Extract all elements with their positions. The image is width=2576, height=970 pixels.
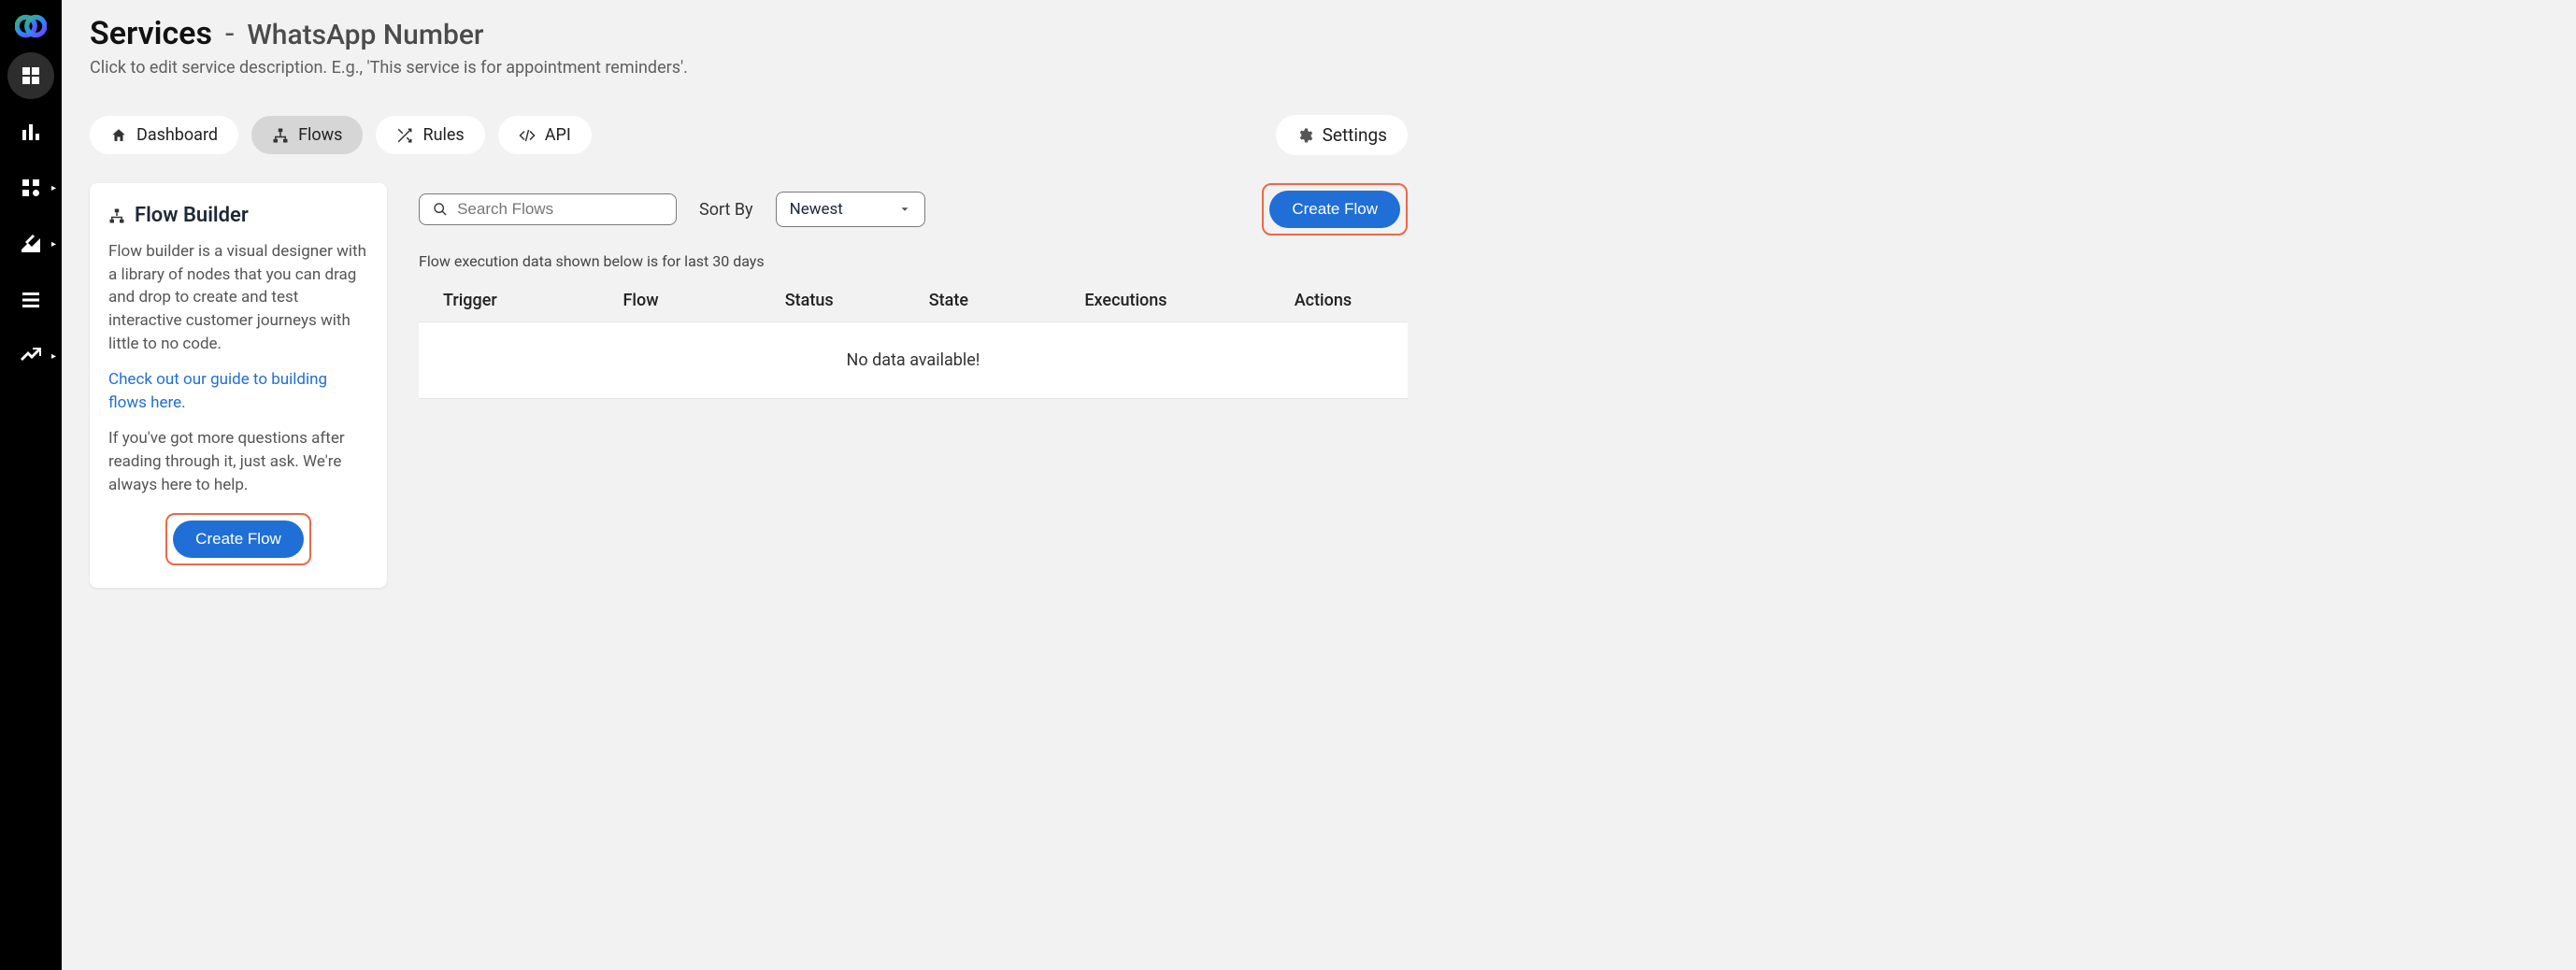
- code-icon: [519, 127, 536, 144]
- sitemap-icon: [272, 127, 289, 144]
- page-title-dash: -: [225, 15, 234, 52]
- shuffle-icon: [396, 127, 413, 144]
- flow-builder-guide-link[interactable]: Check out our guide to building flows he…: [108, 370, 327, 412]
- execution-note: Flow execution data shown below is for l…: [419, 252, 1408, 270]
- create-flow-highlight-top: Create Flow: [1262, 183, 1408, 235]
- main-content: Services - WhatsApp Number Click to edit…: [62, 0, 2576, 970]
- nav-apps-icon[interactable]: ▸: [7, 164, 54, 211]
- page-title-service-name[interactable]: WhatsApp Number: [247, 19, 483, 51]
- flow-builder-desc: Flow builder is a visual designer with a…: [108, 240, 368, 355]
- sort-by-label: Sort By: [699, 200, 753, 220]
- col-header-flow: Flow: [614, 279, 735, 322]
- table-empty-row: No data available!: [419, 322, 1408, 399]
- create-flow-button-top[interactable]: Create Flow: [1269, 191, 1400, 228]
- page-title-services: Services: [90, 15, 212, 52]
- tab-dashboard-label: Dashboard: [136, 125, 218, 145]
- chevron-right-icon: ▸: [51, 239, 56, 250]
- col-header-status: Status: [735, 279, 884, 322]
- nav-tools-icon[interactable]: ▸: [7, 221, 54, 267]
- tab-flows[interactable]: Flows: [251, 116, 363, 154]
- flows-table: Trigger Flow Status State Executions Act…: [419, 279, 1408, 399]
- tab-dashboard[interactable]: Dashboard: [90, 116, 238, 154]
- settings-label: Settings: [1323, 124, 1387, 146]
- create-flow-highlight-left: Create Flow: [165, 513, 311, 565]
- tab-api-label: API: [545, 125, 571, 145]
- col-header-actions: Actions: [1238, 279, 1408, 322]
- flow-builder-help-text: If you've got more questions after readi…: [108, 427, 368, 496]
- search-icon: [433, 201, 448, 218]
- nav-growth-icon[interactable]: ▸: [7, 333, 54, 379]
- create-flow-button-left[interactable]: Create Flow: [173, 521, 304, 558]
- chevron-right-icon: ▸: [51, 351, 56, 362]
- tab-rules-label: Rules: [422, 125, 464, 145]
- sort-by-select[interactable]: Newest: [776, 192, 925, 227]
- sort-by-value: Newest: [790, 200, 843, 219]
- chevron-right-icon: ▸: [51, 183, 56, 193]
- col-header-executions: Executions: [1013, 279, 1238, 322]
- col-header-state: State: [884, 279, 1013, 322]
- nav-logs-icon[interactable]: [7, 277, 54, 323]
- page-subtitle[interactable]: Click to edit service description. E.g.,…: [90, 58, 2548, 78]
- nav-analytics-icon[interactable]: [7, 108, 54, 155]
- search-flows-input-wrap[interactable]: [419, 193, 677, 225]
- nav-dashboard-icon[interactable]: [7, 52, 54, 99]
- col-header-trigger: Trigger: [419, 279, 614, 322]
- sidebar: ▸ ▸ ▸: [0, 0, 62, 970]
- gear-icon: [1296, 127, 1313, 144]
- tab-api[interactable]: API: [498, 116, 592, 154]
- tab-rules[interactable]: Rules: [376, 116, 484, 154]
- tab-flows-label: Flows: [298, 125, 342, 145]
- app-logo: [14, 9, 48, 43]
- flow-builder-title: Flow Builder: [135, 204, 249, 227]
- settings-button[interactable]: Settings: [1276, 115, 1408, 155]
- search-flows-input[interactable]: [457, 200, 663, 219]
- table-empty-message: No data available!: [419, 322, 1408, 399]
- flow-builder-card: Flow Builder Flow builder is a visual de…: [90, 183, 387, 588]
- home-icon: [110, 127, 127, 144]
- sitemap-icon: [108, 207, 125, 224]
- chevron-down-icon: [898, 203, 911, 216]
